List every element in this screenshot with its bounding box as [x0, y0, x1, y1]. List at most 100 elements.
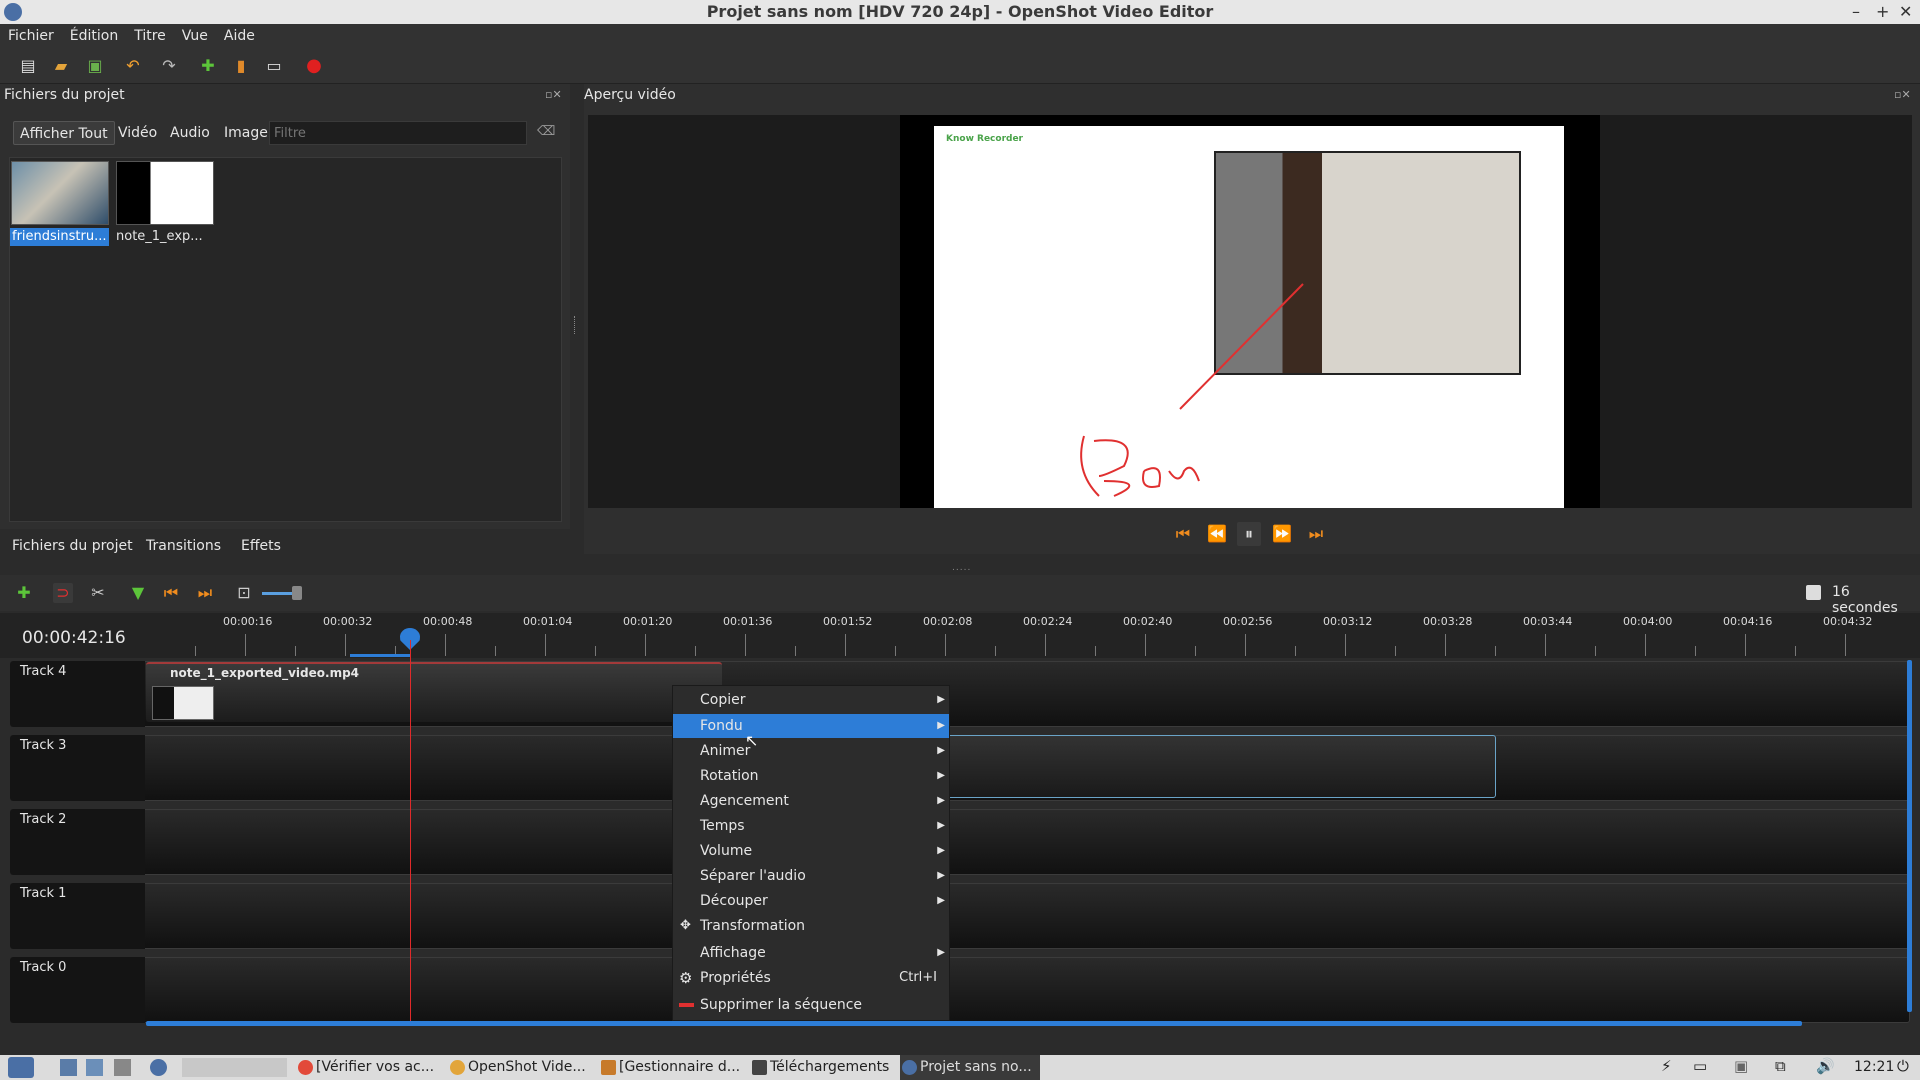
- close-button[interactable]: ✕: [1899, 0, 1912, 24]
- track-lane-1[interactable]: [10, 883, 1910, 949]
- preview-float-close-icon[interactable]: ▫✕: [1894, 88, 1911, 101]
- submenu-arrow-icon: ▶: [937, 870, 945, 881]
- file-thumbnail-1[interactable]: [11, 161, 109, 225]
- menu-item-separer-audio[interactable]: Séparer l'audio ▶: [673, 864, 949, 888]
- redo-icon[interactable]: ↷: [159, 56, 179, 76]
- export-video-icon[interactable]: ●: [304, 56, 324, 76]
- ruler-tick: [1545, 634, 1546, 656]
- timeline-vertical-scrollbar[interactable]: [1907, 660, 1912, 1012]
- ruler-minor-tick: [1395, 646, 1396, 656]
- workspace-switcher[interactable]: [182, 1058, 287, 1077]
- openshot-icon: [902, 1060, 917, 1075]
- menu-item-fondu[interactable]: Fondu ▶: [673, 714, 949, 738]
- ruler-tick: [545, 634, 546, 656]
- start-menu-icon[interactable]: [8, 1057, 34, 1078]
- undo-icon[interactable]: ↶: [123, 56, 143, 76]
- snapping-icon[interactable]: ⊃: [53, 583, 73, 603]
- file-label-1[interactable]: friendsinstru...: [10, 228, 109, 246]
- window-titlebar: Projet sans nom [HDV 720 24p] - OpenShot…: [0, 0, 1920, 24]
- save-project-icon[interactable]: ▣: [85, 56, 105, 76]
- timeline-splitter[interactable]: .....: [952, 563, 971, 573]
- menu-item-supprimer[interactable]: Supprimer la séquence: [673, 993, 949, 1017]
- zoom-scale-icon: [1806, 585, 1821, 600]
- add-marker-icon[interactable]: ▼: [128, 583, 148, 603]
- previous-marker-icon[interactable]: ⏮: [161, 583, 181, 603]
- chrome-icon: [450, 1060, 465, 1075]
- clipboard-tray-icon[interactable]: ▣: [1734, 1057, 1748, 1075]
- ruler-tick-label: 00:03:28: [1423, 615, 1473, 628]
- menu-aide[interactable]: Aide: [216, 24, 263, 48]
- menu-item-temps[interactable]: Temps ▶: [673, 814, 949, 838]
- track-lane-0[interactable]: [10, 957, 1910, 1023]
- splitter-handle[interactable]: [574, 316, 577, 334]
- menu-item-copier[interactable]: Copier ▶: [673, 688, 949, 712]
- task-projet-active[interactable]: Projet sans no...: [900, 1055, 1040, 1080]
- center-playhead-icon[interactable]: ⊡: [234, 583, 254, 603]
- add-track-icon[interactable]: ✚: [14, 583, 34, 603]
- network-tray-icon[interactable]: ⧉: [1775, 1057, 1786, 1075]
- display-tray-icon[interactable]: ▭: [1693, 1057, 1707, 1075]
- jump-end-icon[interactable]: ⏭: [1304, 522, 1328, 546]
- choose-profile-icon[interactable]: ▮: [231, 56, 251, 76]
- openshot-launcher-icon[interactable]: [150, 1059, 167, 1076]
- tab-project-files[interactable]: Fichiers du projet: [12, 538, 133, 554]
- track-lane-2[interactable]: [10, 809, 1910, 875]
- task-gestionnaire[interactable]: [Gestionnaire d...: [599, 1055, 740, 1080]
- menu-item-rotation[interactable]: Rotation ▶: [673, 764, 949, 788]
- panel-float-close-icon[interactable]: ▫✕: [545, 88, 562, 101]
- next-marker-icon[interactable]: ⏭: [195, 583, 215, 603]
- task-telechargements[interactable]: Téléchargements: [750, 1055, 889, 1080]
- tab-transitions[interactable]: Transitions: [146, 538, 221, 554]
- pause-icon[interactable]: ⏸: [1237, 522, 1261, 546]
- filter-video-button[interactable]: Vidéo: [112, 121, 163, 145]
- timeline-horizontal-scrollbar[interactable]: [146, 1021, 1802, 1026]
- fullscreen-icon[interactable]: ▭: [264, 56, 284, 76]
- menu-vue[interactable]: Vue: [174, 24, 216, 48]
- filter-audio-button[interactable]: Audio: [164, 121, 216, 145]
- file-label-2[interactable]: note_1_exp...: [114, 228, 205, 246]
- ruler-tick: [445, 634, 446, 656]
- menu-item-agencement[interactable]: Agencement ▶: [673, 789, 949, 813]
- menu-item-volume[interactable]: Volume ▶: [673, 839, 949, 863]
- menu-fichier[interactable]: Fichier: [0, 24, 62, 48]
- submenu-arrow-icon: ▶: [937, 745, 945, 756]
- tab-effects[interactable]: Effets: [241, 538, 281, 554]
- menu-item-animer[interactable]: Animer ▶: [673, 739, 949, 763]
- timeline-clip-track3[interactable]: [940, 735, 1496, 798]
- zoom-slider-handle[interactable]: [292, 586, 302, 600]
- menu-item-transformation[interactable]: ✥ Transformation: [673, 914, 949, 938]
- razor-icon[interactable]: ✂: [88, 583, 108, 603]
- task-openshot[interactable]: OpenShot Vide...: [448, 1055, 586, 1080]
- volume-tray-icon[interactable]: 🔊: [1816, 1057, 1835, 1075]
- ruler-tick-label: 00:01:36: [723, 615, 773, 628]
- open-project-icon[interactable]: ▰: [51, 56, 71, 76]
- menu-item-affichage[interactable]: Affichage ▶: [673, 941, 949, 965]
- menu-item-proprietes[interactable]: ⚙ Propriétés Ctrl+I: [673, 966, 949, 990]
- maximize-button[interactable]: +: [1876, 0, 1889, 24]
- ruler-tick: [745, 634, 746, 656]
- file-manager-icon[interactable]: [60, 1059, 77, 1076]
- submenu-arrow-icon: ▶: [937, 770, 945, 781]
- submenu-arrow-icon: ▶: [937, 947, 945, 958]
- new-project-icon[interactable]: ▤: [18, 56, 38, 76]
- filter-show-all-button[interactable]: Afficher Tout: [13, 121, 115, 145]
- filter-input[interactable]: [269, 121, 527, 145]
- import-files-icon[interactable]: ✚: [198, 56, 218, 76]
- menu-item-decouper[interactable]: Découper ▶: [673, 889, 949, 913]
- menu-titre[interactable]: Titre: [126, 24, 174, 48]
- timeline-clip[interactable]: note_1_exported_video.mp4: [146, 662, 722, 722]
- browser-launcher-icon[interactable]: [86, 1059, 103, 1076]
- minimize-button[interactable]: –: [1852, 0, 1860, 24]
- task-browser-verifier[interactable]: [Vérifier vos ac...: [296, 1055, 434, 1080]
- file-thumbnail-2[interactable]: [116, 161, 214, 225]
- clear-filter-icon[interactable]: ⌫: [537, 124, 555, 139]
- remove-icon: [679, 1003, 694, 1007]
- jump-start-icon[interactable]: ⏮: [1171, 522, 1195, 546]
- fast-forward-icon[interactable]: ⏩: [1270, 522, 1294, 546]
- rewind-icon[interactable]: ⏪: [1205, 522, 1229, 546]
- terminal-icon[interactable]: [114, 1059, 131, 1076]
- power-button-icon[interactable]: ⏻: [1897, 1057, 1909, 1075]
- filter-image-button[interactable]: Image: [218, 121, 274, 145]
- power-tray-icon[interactable]: ⚡: [1661, 1057, 1672, 1075]
- menu-edition[interactable]: Édition: [62, 24, 126, 48]
